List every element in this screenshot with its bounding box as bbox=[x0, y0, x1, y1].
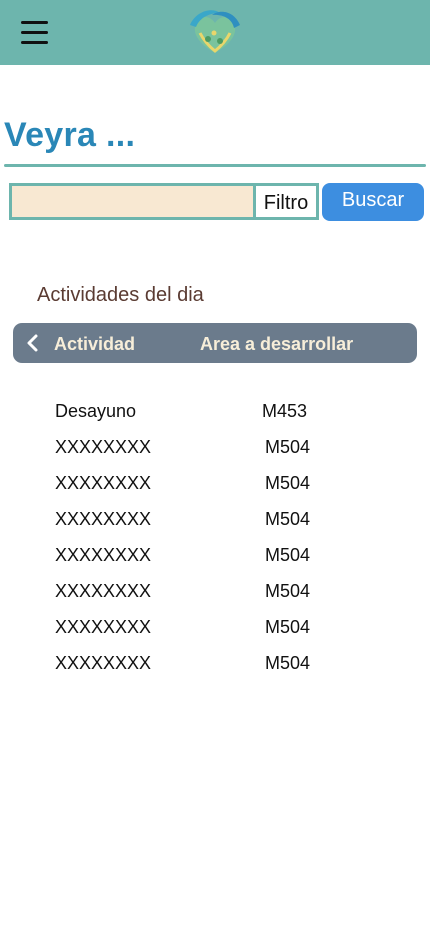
area-code: M504 bbox=[265, 509, 311, 529]
table-header: Actividad Area a desarrollar bbox=[13, 323, 417, 363]
hamburger-menu-icon[interactable] bbox=[20, 20, 50, 46]
area-code: M453 bbox=[262, 401, 308, 421]
table-row[interactable]: Desayuno M453 bbox=[0, 398, 430, 434]
area-code: M504 bbox=[265, 437, 311, 457]
title-underline bbox=[4, 164, 426, 167]
table-row[interactable]: XXXXXXXX M504 bbox=[0, 614, 430, 650]
activity-name: XXXXXXXX bbox=[55, 653, 152, 673]
column-header-actividad: Actividad bbox=[54, 334, 136, 354]
column-header-area: Area a desarrollar bbox=[200, 334, 354, 354]
table-row[interactable]: XXXXXXXX M504 bbox=[0, 470, 430, 506]
activity-name: Desayuno bbox=[55, 401, 137, 421]
area-code: M504 bbox=[265, 473, 311, 493]
top-app-bar bbox=[0, 0, 430, 65]
table-row[interactable]: XXXXXXXX M504 bbox=[0, 542, 430, 578]
activity-name: XXXXXXXX bbox=[55, 437, 152, 457]
search-button[interactable]: Buscar bbox=[322, 183, 424, 221]
area-code: M504 bbox=[265, 581, 311, 601]
activities-list: Desayuno M453 XXXXXXXX M504 XXXXXXXX M50… bbox=[0, 398, 430, 686]
activity-name: XXXXXXXX bbox=[55, 473, 152, 493]
area-code: M504 bbox=[265, 545, 311, 565]
area-code: M504 bbox=[265, 653, 311, 673]
activity-name: XXXXXXXX bbox=[55, 617, 152, 637]
activity-name: XXXXXXXX bbox=[55, 545, 152, 565]
search-input[interactable] bbox=[12, 186, 253, 217]
chevron-left-icon[interactable] bbox=[23, 333, 43, 353]
area-code: M504 bbox=[265, 617, 311, 637]
table-row[interactable]: XXXXXXXX M504 bbox=[0, 578, 430, 614]
page-title: Veyra ... bbox=[4, 116, 136, 154]
table-row[interactable]: XXXXXXXX M504 bbox=[0, 506, 430, 542]
activity-name: XXXXXXXX bbox=[55, 581, 152, 601]
filter-button[interactable]: Filtro bbox=[253, 186, 316, 217]
activity-name: XXXXXXXX bbox=[55, 509, 152, 529]
table-row[interactable]: XXXXXXXX M504 bbox=[0, 434, 430, 470]
hands-heart-logo bbox=[186, 3, 244, 61]
table-row[interactable]: XXXXXXXX M504 bbox=[0, 650, 430, 686]
section-title-activities: Actividades del dia bbox=[37, 284, 204, 306]
search-bar: Filtro bbox=[9, 183, 319, 220]
